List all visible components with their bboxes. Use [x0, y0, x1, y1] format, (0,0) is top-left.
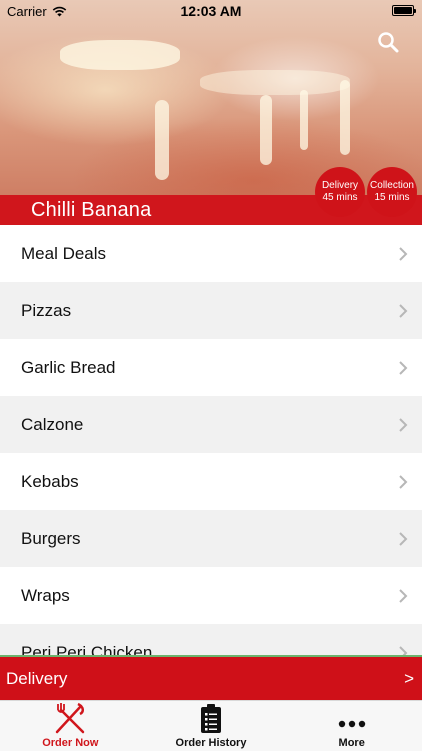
battery-icon [392, 5, 416, 16]
bottom-tab-bar: Order Now Order History More [0, 700, 422, 751]
menu-item-meal-deals[interactable]: Meal Deals [0, 225, 422, 282]
order-mode-bar[interactable]: Delivery > [0, 657, 422, 700]
collection-badge-label: Collection [370, 180, 414, 191]
delivery-badge-label: Delivery [321, 180, 359, 191]
order-mode-arrow: > [404, 668, 414, 688]
tab-label: Order History [175, 737, 247, 749]
order-mode-label: Delivery [6, 668, 68, 688]
menu-item-label: Calzone [21, 414, 84, 434]
chevron-right-icon [399, 474, 408, 489]
menu-item-label: Burgers [21, 528, 81, 548]
status-bar: Carrier 12:03 AM [0, 0, 422, 22]
collection-time-badge: Collection 15 mins [367, 167, 417, 217]
clipboard-icon [201, 704, 221, 733]
tab-label: More [338, 737, 365, 749]
cheese-string [300, 90, 308, 150]
more-dots-icon [338, 720, 365, 728]
tab-label: Order Now [42, 737, 99, 749]
pizza-cheese-highlight [60, 40, 180, 70]
menu-item-calzone[interactable]: Calzone [0, 396, 422, 453]
menu-item-wraps[interactable]: Wraps [0, 567, 422, 624]
chevron-right-icon [399, 360, 408, 375]
menu-item-label: Wraps [21, 585, 70, 605]
delivery-time-badge: Delivery 45 mins [315, 167, 365, 217]
menu-item-label: Garlic Bread [21, 357, 116, 377]
menu-item-garlic-bread[interactable]: Garlic Bread [0, 339, 422, 396]
chevron-right-icon [399, 303, 408, 318]
delivery-badge-time: 45 mins [322, 192, 358, 203]
tab-more[interactable]: More [281, 701, 422, 751]
chevron-right-icon [399, 246, 408, 261]
menu-item-label: Pizzas [21, 300, 72, 320]
menu-item-peri-peri-chicken[interactable]: Peri Peri Chicken [0, 624, 422, 657]
search-icon[interactable] [376, 30, 400, 54]
menu-item-label: Kebabs [21, 471, 79, 491]
tab-order-now[interactable]: Order Now [0, 701, 141, 751]
chevron-right-icon [399, 417, 408, 432]
menu-item-kebabs[interactable]: Kebabs [0, 453, 422, 510]
tab-order-history[interactable]: Order History [141, 701, 282, 751]
cheese-string [260, 95, 272, 165]
cheese-string [340, 80, 350, 155]
fork-knife-icon [56, 702, 85, 734]
restaurant-name: Chilli Banana [31, 199, 152, 221]
collection-badge-time: 15 mins [374, 192, 410, 203]
menu-item-pizzas[interactable]: Pizzas [0, 282, 422, 339]
pizza-cheese-highlight [200, 70, 350, 95]
menu-category-list[interactable]: Meal Deals Pizzas Garlic Bread Calzone K… [0, 225, 422, 657]
menu-item-burgers[interactable]: Burgers [0, 510, 422, 567]
chevron-right-icon [399, 531, 408, 546]
menu-item-label: Meal Deals [21, 243, 107, 263]
clock-time: 12:03 AM [180, 3, 242, 19]
chevron-right-icon [399, 588, 408, 603]
cheese-string [155, 100, 169, 180]
